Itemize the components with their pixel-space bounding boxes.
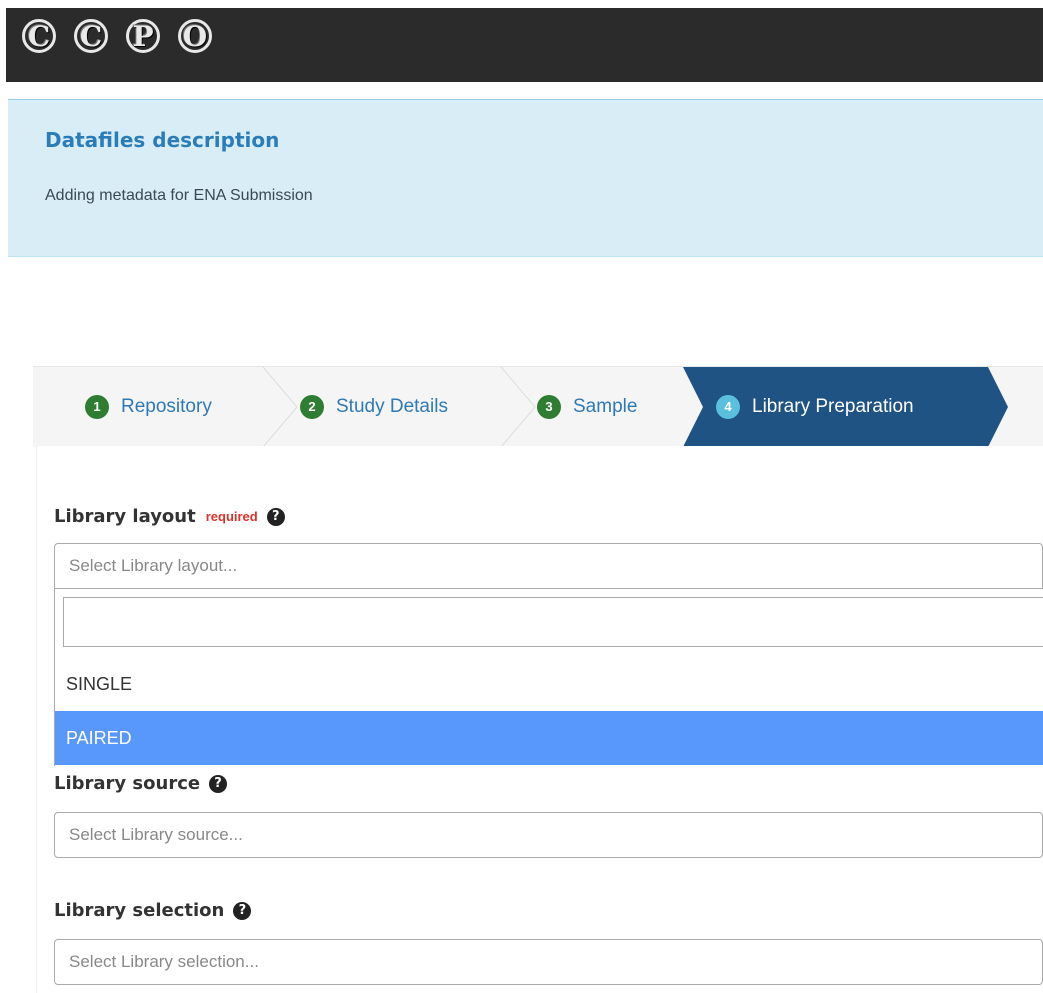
step-repository[interactable]: 1 Repository <box>85 367 212 447</box>
field-label-text: Library selection <box>54 900 225 921</box>
option-label: PAIRED <box>66 727 132 748</box>
panel-subtitle: Adding metadata for ENA Submission <box>45 187 313 204</box>
required-indicator: required <box>205 509 258 524</box>
question-circle-icon[interactable]: ? <box>209 774 228 793</box>
logo-letter-o: O <box>170 16 220 56</box>
page: C C P O Datafiles description Adding met… <box>0 0 1043 993</box>
question-circle-icon[interactable]: ? <box>266 507 285 526</box>
step-separator <box>500 367 536 447</box>
wizard-steps: 1 Repository 2 Study Details 3 Sample 4 … <box>33 366 1043 447</box>
field-label-text: Library layout <box>54 506 196 527</box>
question-circle-icon[interactable]: ? <box>233 901 252 920</box>
step-library-preparation[interactable]: 4 Library Preparation <box>716 367 914 447</box>
library-layout-label: Library layout required ? <box>54 506 285 527</box>
library-layout-select[interactable]: Select Library layout... <box>54 543 1043 589</box>
select-placeholder: Select Library source... <box>69 825 243 844</box>
logo-letter-c2: C <box>66 16 116 56</box>
step-label: Repository <box>121 396 212 417</box>
copo-logo[interactable]: C C P O <box>14 16 220 56</box>
field-label-text: Library source <box>54 773 201 794</box>
option-label: SINGLE <box>66 673 133 694</box>
library-layout-dropdown: SINGLE PAIRED <box>54 589 1043 766</box>
step-number-badge: 2 <box>300 395 324 419</box>
step-label: Library Preparation <box>752 396 914 417</box>
top-navbar: C C P O <box>6 8 1043 82</box>
logo-letter-p: P <box>118 16 168 56</box>
library-source-label: Library source ? <box>54 773 228 794</box>
step-label: Study Details <box>336 396 448 417</box>
dropdown-option-paired[interactable]: PAIRED <box>55 711 1043 765</box>
select-placeholder: Select Library selection... <box>69 952 259 971</box>
library-source-select[interactable]: Select Library source... <box>54 812 1043 858</box>
left-gutter <box>0 0 6 993</box>
dropdown-search-input[interactable] <box>63 597 1043 647</box>
select-placeholder: Select Library layout... <box>69 556 238 575</box>
library-selection-label: Library selection ? <box>54 900 252 921</box>
step-number-badge: 1 <box>85 395 109 419</box>
step-separator <box>262 367 298 447</box>
dropdown-option-single[interactable]: SINGLE <box>55 657 1043 711</box>
step-number-badge: 3 <box>537 395 561 419</box>
step-sample[interactable]: 3 Sample <box>537 367 637 447</box>
library-selection-select[interactable]: Select Library selection... <box>54 939 1043 985</box>
logo-letter-c1: C <box>14 16 64 56</box>
info-panel: Datafiles description Adding metadata fo… <box>8 99 1043 257</box>
panel-title: Datafiles description <box>45 128 280 152</box>
step-number-badge: 4 <box>716 395 740 419</box>
step-label: Sample <box>573 396 638 417</box>
step-study-details[interactable]: 2 Study Details <box>300 367 448 447</box>
